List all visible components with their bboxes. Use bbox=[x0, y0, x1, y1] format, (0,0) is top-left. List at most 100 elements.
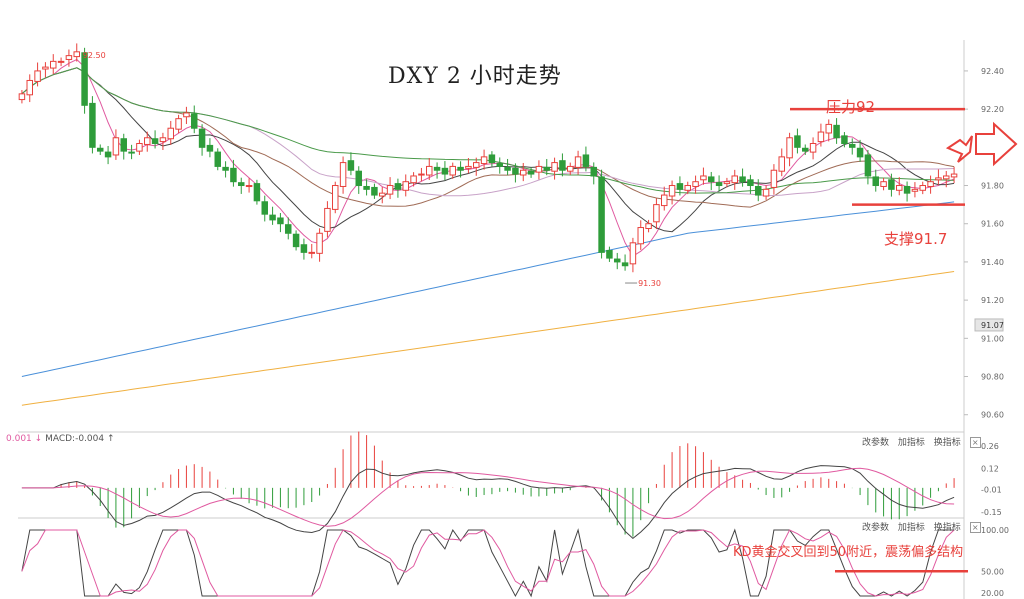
candle-body bbox=[112, 137, 120, 156]
candle-body bbox=[574, 156, 582, 168]
candle-body bbox=[653, 204, 660, 223]
candle-body bbox=[778, 156, 785, 172]
candle-body bbox=[802, 147, 809, 152]
close-icon[interactable]: × bbox=[969, 522, 981, 533]
candle-body bbox=[253, 183, 261, 202]
candle-body bbox=[120, 138, 127, 152]
candle-body bbox=[339, 162, 347, 187]
candle-body bbox=[230, 167, 237, 183]
candle-body bbox=[81, 52, 88, 106]
y-tick-label: 92.40 bbox=[981, 67, 1004, 76]
candle-body bbox=[292, 233, 300, 248]
candle-body bbox=[347, 160, 355, 171]
change-param-button[interactable]: 改参数 bbox=[862, 438, 889, 448]
candle-body bbox=[300, 244, 308, 253]
candle-body bbox=[849, 143, 856, 148]
candle-body bbox=[888, 179, 895, 190]
candle-body bbox=[324, 207, 331, 232]
candle-body bbox=[590, 166, 597, 177]
macd-tick-label: 0.12 bbox=[981, 465, 999, 474]
kd-note-label: KD黄金交叉回到50附近，震荡偏多结构 bbox=[733, 545, 964, 560]
candle-body bbox=[739, 176, 746, 183]
candle-body bbox=[449, 165, 456, 176]
y-tick-label: 92.20 bbox=[981, 105, 1004, 114]
candle-body bbox=[418, 173, 425, 176]
macd-dif-line bbox=[21, 465, 955, 540]
candle-body bbox=[614, 258, 621, 263]
candle-body bbox=[214, 151, 221, 167]
candle-body bbox=[457, 166, 464, 171]
y-tick-label: 91.60 bbox=[981, 220, 1004, 229]
switch-indicator-button[interactable]: 换指标 bbox=[934, 523, 961, 533]
candle-body bbox=[621, 262, 629, 267]
candle-body bbox=[903, 185, 911, 194]
candle-body bbox=[512, 167, 519, 175]
candle-body bbox=[206, 144, 214, 152]
candle-body bbox=[535, 165, 543, 173]
kdj-tick-label: 20.00 bbox=[981, 589, 1004, 598]
high-value-label: 92.50 bbox=[83, 51, 106, 60]
y-tick-label: 91.00 bbox=[981, 334, 1004, 343]
candle-body bbox=[261, 201, 268, 215]
candle-body bbox=[402, 181, 409, 191]
candle-body bbox=[943, 175, 950, 180]
candle-body bbox=[770, 169, 778, 188]
candle-body bbox=[645, 223, 652, 229]
change-param-button[interactable]: 改参数 bbox=[862, 523, 889, 533]
support-label: 支撑91.7 bbox=[884, 230, 948, 248]
candle-body bbox=[559, 160, 566, 171]
candle-body bbox=[927, 181, 934, 187]
candle-body bbox=[950, 173, 958, 178]
candle-body bbox=[18, 93, 26, 101]
macd-toolbar: 改参数 加指标 换指标 × bbox=[862, 435, 987, 448]
candle-body bbox=[825, 123, 832, 134]
candle-body bbox=[504, 166, 511, 171]
add-indicator-button[interactable]: 加指标 bbox=[898, 523, 925, 533]
candle-body bbox=[520, 169, 527, 176]
down-arrow-icon: ↓ bbox=[34, 434, 43, 444]
candle-body bbox=[676, 183, 684, 190]
candle-body bbox=[637, 227, 644, 245]
macd-value: MACD:-0.004 bbox=[45, 434, 105, 444]
candle-body bbox=[762, 188, 770, 197]
current-price-label: 91.07 bbox=[981, 321, 1004, 330]
candle-body bbox=[426, 165, 433, 176]
candle-body bbox=[731, 175, 738, 184]
candle-body bbox=[692, 181, 699, 187]
candle-body bbox=[708, 176, 715, 183]
candle-body bbox=[379, 192, 386, 197]
candle-body bbox=[198, 128, 206, 148]
candle-body bbox=[700, 175, 707, 181]
add-indicator-button[interactable]: 加指标 bbox=[898, 438, 925, 448]
candle-body bbox=[26, 79, 33, 96]
y-tick-label: 90.80 bbox=[981, 373, 1004, 382]
up-arrow-icon: ↑ bbox=[106, 434, 115, 444]
candle-body bbox=[582, 154, 590, 167]
candle-body bbox=[896, 185, 903, 191]
ma-line-ma250 bbox=[21, 271, 955, 406]
y-tick-label: 91.80 bbox=[981, 182, 1004, 191]
candle-body bbox=[277, 217, 284, 225]
candle-body bbox=[238, 182, 245, 187]
candle-body bbox=[355, 170, 362, 187]
y-tick-label: 91.20 bbox=[981, 296, 1004, 305]
candle-body bbox=[496, 163, 503, 167]
candle-body bbox=[480, 156, 488, 165]
candle-body bbox=[598, 176, 605, 253]
candle-body bbox=[386, 185, 394, 195]
candle-body bbox=[747, 179, 754, 187]
candle-body bbox=[73, 51, 80, 58]
candle-body bbox=[935, 177, 942, 181]
candle-body bbox=[394, 183, 402, 190]
candle-body bbox=[144, 137, 151, 145]
kdj-tick-label: 50.00 bbox=[981, 567, 1004, 576]
candle-body bbox=[880, 181, 887, 187]
candle-body bbox=[222, 166, 229, 171]
candle-body bbox=[371, 186, 378, 196]
kdj-toolbar: 改参数 加指标 换指标 × bbox=[862, 520, 987, 533]
candle-body bbox=[441, 167, 449, 175]
switch-indicator-button[interactable]: 换指标 bbox=[934, 438, 961, 448]
close-icon[interactable]: × bbox=[969, 437, 981, 448]
candle-body bbox=[97, 147, 104, 152]
up-arrow-icon bbox=[945, 135, 973, 163]
